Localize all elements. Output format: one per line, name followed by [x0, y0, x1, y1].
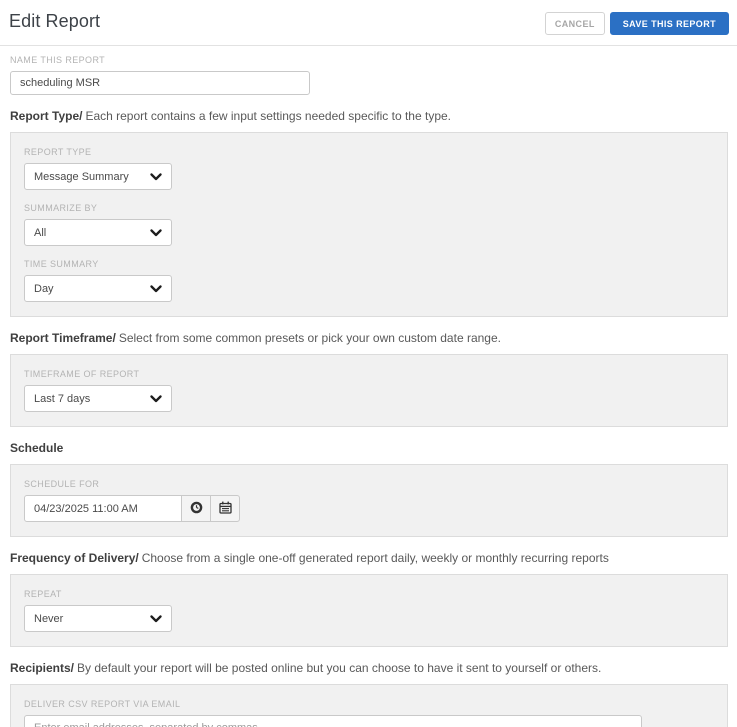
- recipients-title: Recipients/: [10, 661, 75, 675]
- chevron-down-icon: [150, 228, 162, 237]
- frequency-title: Frequency of Delivery/: [10, 551, 139, 565]
- schedule-header: Schedule: [10, 441, 728, 455]
- cancel-button[interactable]: CANCEL: [544, 12, 605, 35]
- calendar-picker-button[interactable]: [210, 495, 240, 522]
- recipients-header: Recipients/By default your report will b…: [10, 661, 728, 675]
- summarize-by-select-value: All: [34, 226, 47, 239]
- email-delivery-field: DELIVER CSV REPORT VIA EMAIL: [24, 699, 714, 727]
- time-summary-field: TIME SUMMARY Day: [24, 259, 714, 302]
- clock-icon: [190, 501, 203, 517]
- time-summary-select[interactable]: Day: [24, 275, 172, 302]
- time-picker-button[interactable]: [181, 495, 211, 522]
- report-type-header: Report Type/Each report contains a few i…: [10, 109, 728, 123]
- chevron-down-icon: [150, 394, 162, 403]
- report-type-title: Report Type/: [10, 109, 83, 123]
- timeframe-select[interactable]: Last 7 days: [24, 385, 172, 412]
- report-timeframe-panel: TIMEFRAME OF REPORT Last 7 days: [10, 354, 728, 427]
- name-report-label: NAME THIS REPORT: [10, 55, 106, 65]
- report-type-select-value: Message Summary: [34, 170, 129, 183]
- report-type-select[interactable]: Message Summary: [24, 163, 172, 190]
- timeframe-label: TIMEFRAME OF REPORT: [24, 369, 140, 379]
- time-summary-select-value: Day: [34, 282, 54, 295]
- report-type-label: REPORT TYPE: [24, 147, 92, 157]
- schedule-datetime-input[interactable]: [24, 495, 182, 522]
- report-type-description: Each report contains a few input setting…: [85, 109, 452, 123]
- report-timeframe-description: Select from some common presets or pick …: [118, 331, 501, 345]
- repeat-select-value: Never: [34, 612, 64, 625]
- email-delivery-label: DELIVER CSV REPORT VIA EMAIL: [24, 699, 181, 709]
- frequency-panel: REPEAT Never: [10, 574, 728, 647]
- calendar-icon: [218, 501, 232, 517]
- timeframe-select-value: Last 7 days: [34, 392, 91, 405]
- report-timeframe-title: Report Timeframe/: [10, 331, 116, 345]
- summarize-by-field: SUMMARIZE BY All: [24, 203, 714, 246]
- chevron-down-icon: [150, 172, 162, 181]
- chevron-down-icon: [150, 614, 162, 623]
- timeframe-field: TIMEFRAME OF REPORT Last 7 days: [24, 369, 714, 412]
- report-type-field: REPORT TYPE Message Summary: [24, 147, 714, 190]
- schedule-title: Schedule: [10, 441, 64, 455]
- chevron-down-icon: [150, 284, 162, 293]
- schedule-panel: SCHEDULE FOR: [10, 464, 728, 537]
- name-report-input[interactable]: [10, 71, 310, 95]
- save-report-button[interactable]: SAVE THIS REPORT: [609, 12, 729, 35]
- frequency-header: Frequency of Delivery/Choose from a sing…: [10, 551, 728, 565]
- recipients-description: By default your report will be posted on…: [77, 661, 602, 675]
- top-bar: Edit Report CANCEL SAVE THIS REPORT: [0, 0, 737, 45]
- summarize-by-label: SUMMARIZE BY: [24, 203, 98, 213]
- recipients-panel: DELIVER CSV REPORT VIA EMAIL: [10, 684, 728, 727]
- action-buttons: CANCEL SAVE THIS REPORT: [544, 11, 729, 35]
- schedule-input-group: [24, 495, 714, 522]
- repeat-label: REPEAT: [24, 589, 62, 599]
- repeat-field: REPEAT Never: [24, 589, 714, 632]
- page-title: Edit Report: [9, 11, 101, 31]
- header-divider: [0, 45, 737, 46]
- repeat-select[interactable]: Never: [24, 605, 172, 632]
- time-summary-label: TIME SUMMARY: [24, 259, 99, 269]
- form-content: NAME THIS REPORT Report Type/Each report…: [0, 55, 737, 727]
- email-recipients-input[interactable]: [24, 715, 642, 727]
- schedule-for-label: SCHEDULE FOR: [24, 479, 100, 489]
- schedule-for-field: SCHEDULE FOR: [24, 479, 714, 522]
- name-report-field: NAME THIS REPORT: [10, 55, 728, 95]
- summarize-by-select[interactable]: All: [24, 219, 172, 246]
- report-type-panel: REPORT TYPE Message Summary SUMMARIZE BY…: [10, 132, 728, 317]
- report-timeframe-header: Report Timeframe/Select from some common…: [10, 331, 728, 345]
- frequency-description: Choose from a single one-off generated r…: [141, 551, 609, 565]
